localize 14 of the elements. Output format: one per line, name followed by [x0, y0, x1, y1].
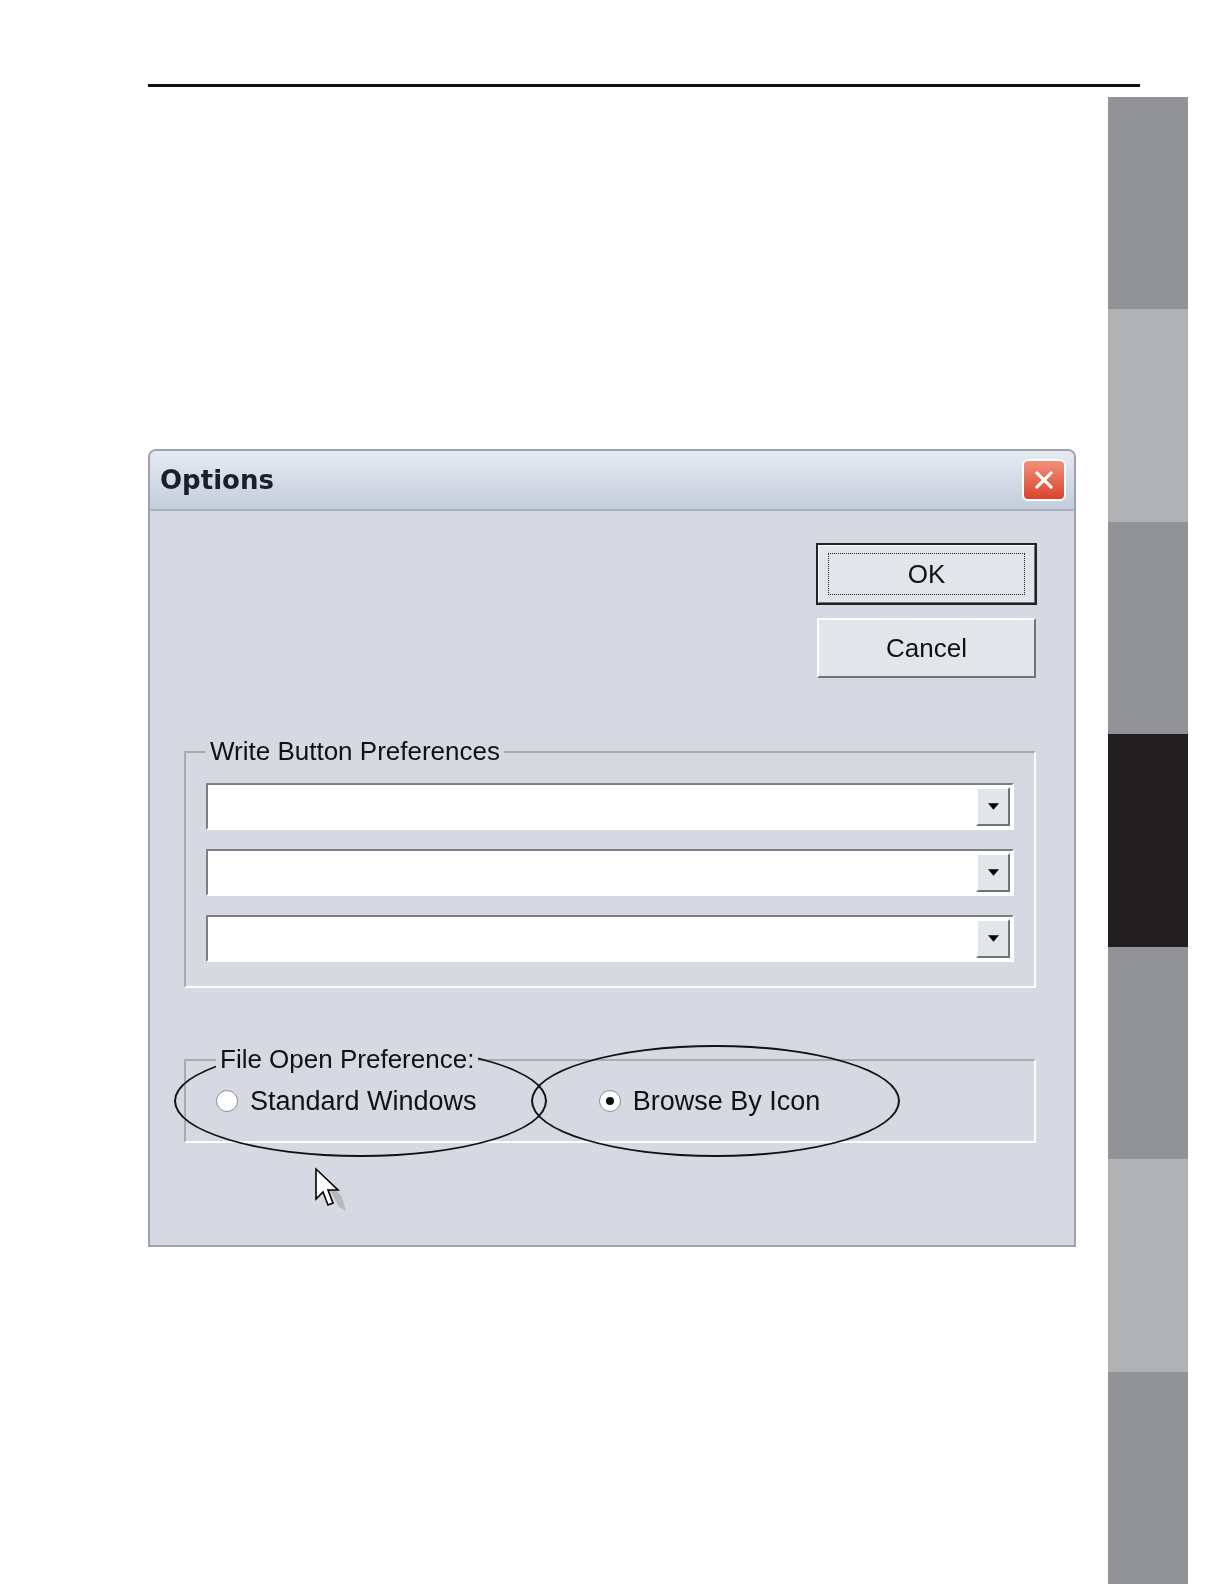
close-icon — [1032, 468, 1056, 492]
dropdown-field[interactable] — [206, 849, 1014, 896]
group-title: Write Button Preferences — [209, 736, 501, 767]
dropdown-field[interactable] — [206, 783, 1014, 830]
radio-option[interactable]: Browse By Icon — [598, 1079, 821, 1123]
dropdown-field[interactable] — [206, 915, 1014, 962]
window-title: Options — [160, 465, 274, 495]
dialog-button[interactable]: Cancel — [817, 618, 1036, 678]
group-title: File Open Preference: — [216, 1044, 479, 1075]
dialog-button[interactable]: OK — [817, 544, 1036, 604]
radio-button[interactable] — [216, 1090, 238, 1112]
radio-option[interactable]: Standard Windows — [216, 1079, 477, 1123]
radio-button[interactable] — [598, 1090, 621, 1112]
close-button[interactable] — [1022, 459, 1066, 501]
